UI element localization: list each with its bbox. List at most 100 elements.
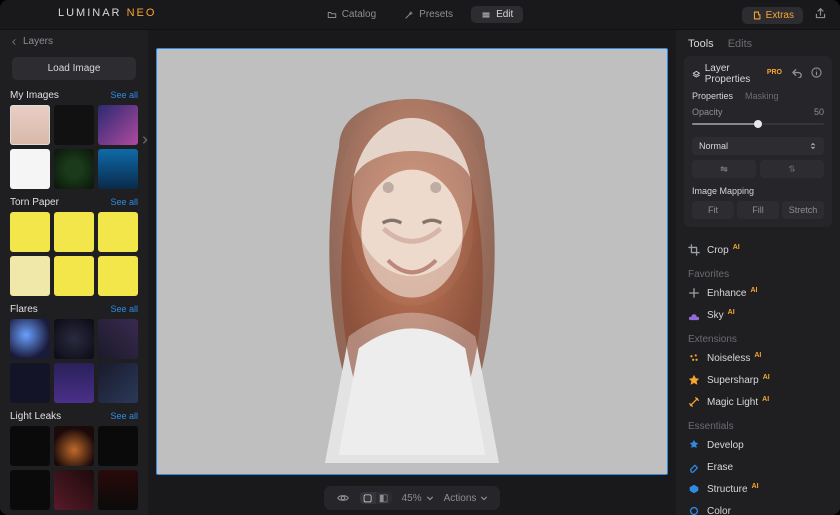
mapping-fit-button[interactable]: Fit: [692, 201, 734, 219]
wand-icon: [404, 10, 414, 20]
updown-icon: [809, 142, 817, 150]
panel-undo-button[interactable]: [790, 67, 805, 81]
see-all-link[interactable]: See all: [110, 197, 138, 207]
asset-thumbnail[interactable]: [10, 105, 50, 145]
asset-thumbnail[interactable]: [98, 149, 138, 189]
sky-icon: [688, 309, 700, 321]
panel-tab-properties[interactable]: Properties: [692, 91, 733, 101]
flip-vertical-button[interactable]: ⥮: [760, 160, 824, 178]
layers-header[interactable]: Layers: [0, 30, 148, 53]
asset-section-title: Torn Paper: [10, 197, 59, 208]
flip-horizontal-button[interactable]: ⇋: [692, 160, 756, 178]
compare-before-icon: ▢: [360, 492, 376, 504]
tool-group-header: Essentials: [688, 413, 828, 434]
tool-structure[interactable]: StructureAI: [688, 478, 828, 500]
asset-thumbnail[interactable]: [54, 149, 94, 189]
tool-label: Supersharp: [707, 375, 759, 386]
share-button[interactable]: [811, 4, 830, 26]
panel-title: Layer Properties: [705, 63, 763, 85]
nav-edit[interactable]: Edit: [471, 6, 523, 23]
tool-group-header: Favorites: [688, 261, 828, 282]
tool-erase[interactable]: Erase: [688, 456, 828, 478]
asset-thumbnail[interactable]: [10, 256, 50, 296]
image-mapping-label: Image Mapping: [692, 186, 824, 196]
see-all-link[interactable]: See all: [110, 90, 138, 100]
tool-supersharp[interactable]: SupersharpAI: [688, 369, 828, 391]
ai-badge: AI: [762, 396, 769, 403]
tool-label: Sky: [707, 310, 724, 321]
image-canvas[interactable]: [156, 48, 668, 475]
opacity-value: 50: [814, 107, 824, 117]
asset-thumbnail[interactable]: [54, 212, 94, 252]
asset-thumbnail[interactable]: [54, 256, 94, 296]
asset-thumbnail[interactable]: [98, 105, 138, 145]
app-brand: LUMINAR NEO: [58, 7, 156, 19]
puzzle-icon: [751, 10, 762, 21]
asset-thumbnail[interactable]: [98, 212, 138, 252]
nav-catalog[interactable]: Catalog: [317, 6, 386, 23]
asset-thumbnail[interactable]: [54, 319, 94, 359]
nav-presets[interactable]: Presets: [394, 6, 463, 23]
tool-label: Magic Light: [707, 397, 758, 408]
eye-icon[interactable]: [336, 491, 350, 505]
see-all-link[interactable]: See all: [110, 304, 138, 314]
folder-icon: [327, 10, 337, 20]
tool-label: Enhance: [707, 288, 746, 299]
actions-dropdown[interactable]: Actions: [444, 493, 489, 504]
crop-icon: [688, 244, 700, 256]
load-image-button[interactable]: Load Image: [12, 57, 136, 80]
see-all-link[interactable]: See all: [110, 411, 138, 421]
noiseless-icon: [688, 352, 700, 364]
asset-section-title: My Images: [10, 90, 59, 101]
asset-thumbnail[interactable]: [10, 426, 50, 466]
compare-split-icon: ◧: [376, 492, 392, 504]
asset-thumbnail[interactable]: [10, 470, 50, 510]
asset-thumbnail[interactable]: [98, 470, 138, 510]
mapping-stretch-button[interactable]: Stretch: [782, 201, 824, 219]
asset-thumbnail[interactable]: [54, 105, 94, 145]
extras-button[interactable]: Extras: [742, 7, 803, 24]
tool-crop[interactable]: CropAI: [688, 239, 828, 261]
asset-thumbnail[interactable]: [98, 256, 138, 296]
compare-toggle[interactable]: ▢ ◧: [360, 492, 392, 504]
asset-thumbnail[interactable]: [10, 149, 50, 189]
asset-thumbnail[interactable]: [98, 426, 138, 466]
opacity-slider[interactable]: [692, 117, 824, 131]
tool-enhance[interactable]: Enhance AI: [688, 282, 828, 304]
sliders-icon: [481, 10, 491, 20]
tab-edits[interactable]: Edits: [728, 38, 752, 50]
tool-label: Crop: [707, 245, 729, 256]
pro-badge: PRO: [767, 69, 782, 76]
layer-properties-panel: Layer Properties PRO Properties Masking …: [684, 56, 832, 227]
layers-sidebar: Layers Load Image My Images See all Torn P…: [0, 30, 148, 515]
canvas-toolbar: ▢ ◧ 45% Actions: [148, 481, 676, 515]
asset-thumbnail[interactable]: [10, 319, 50, 359]
tool-label: Develop: [707, 440, 744, 451]
panel-tab-masking[interactable]: Masking: [745, 91, 779, 101]
tool-magiclight[interactable]: Magic Light AI: [688, 391, 828, 413]
tab-tools[interactable]: Tools: [688, 38, 714, 50]
erase-icon: [688, 461, 700, 473]
tools-sidebar: Tools Edits Layer Properties PRO Propert…: [676, 30, 840, 515]
asset-thumbnail[interactable]: [54, 426, 94, 466]
structure-icon: [688, 483, 700, 495]
asset-thumbnail[interactable]: [98, 319, 138, 359]
tool-color[interactable]: Color: [688, 500, 828, 515]
asset-thumbnail[interactable]: [54, 470, 94, 510]
magiclight-icon: [688, 396, 700, 408]
asset-thumbnail[interactable]: [10, 212, 50, 252]
ai-badge: AI: [750, 287, 757, 294]
zoom-dropdown[interactable]: 45%: [402, 493, 434, 504]
asset-thumbnail[interactable]: [10, 363, 50, 403]
tool-develop[interactable]: Develop: [688, 434, 828, 456]
sidebar-collapse-chevron[interactable]: [140, 135, 150, 148]
titlebar: LUMINAR NEO Catalog Presets Edit Extras: [0, 0, 840, 30]
blend-mode-dropdown[interactable]: Normal: [692, 137, 824, 155]
ai-badge: AI: [754, 352, 761, 359]
panel-info-button[interactable]: [809, 67, 824, 81]
asset-thumbnail[interactable]: [54, 363, 94, 403]
asset-thumbnail[interactable]: [98, 363, 138, 403]
mapping-fill-button[interactable]: Fill: [737, 201, 779, 219]
tool-sky[interactable]: SkyAI: [688, 304, 828, 326]
tool-noiseless[interactable]: NoiselessAI: [688, 347, 828, 369]
